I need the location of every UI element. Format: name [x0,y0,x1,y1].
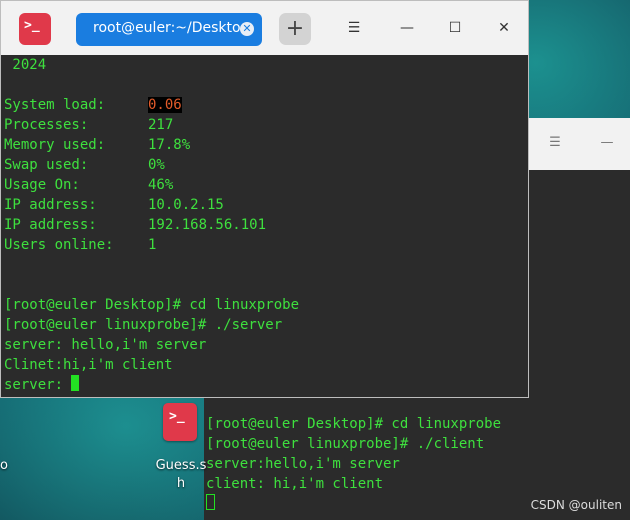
terminal-cursor [206,494,215,510]
stat-line: Usage On: 46% [4,175,528,195]
tab-title: root@euler:~/Deskto… [93,20,255,36]
session-line: [root@euler Desktop]# cd linuxprobe [4,297,300,313]
stat-label: IP address: [4,197,97,213]
terminal-app-icon[interactable]: >_ [19,13,51,45]
stat-line: Processes: 217 [4,115,528,135]
menu-icon[interactable]: ☰ [548,136,562,150]
stat-line: Swap used: 0% [4,155,528,175]
stat-label: System load: [4,97,106,113]
client-line: [root@euler Desktop]# cd linuxprobe [206,416,502,432]
stat-label: Usage On: [4,177,80,193]
menu-button[interactable]: ☰ [345,19,363,37]
close-window-button[interactable]: ✕ [495,19,513,37]
maximize-icon: ☐ [448,20,462,36]
stat-value: 192.168.56.101 [148,217,267,233]
desktop-file-icon[interactable]: >_ [163,403,197,441]
menu-icon: ☰ [347,20,361,36]
terminal-tab[interactable]: root@euler:~/Deskto… ✕ [76,13,262,46]
session-line: server: hello,i'm server [4,337,207,353]
session-line: Clinet:hi,i'm client [4,357,173,373]
server-terminal-window[interactable]: >_ root@euler:~/Deskto… ✕ + ☰ — ☐ ✕ 2024… [0,0,529,398]
session-line: [root@euler linuxprobe]# ./server [4,317,283,333]
close-icon: ✕ [498,20,510,36]
client-line: client: hi,i'm client [206,476,384,492]
plus-icon: + [285,16,305,41]
new-tab-button[interactable]: + [279,13,311,45]
client-prompt-line [206,494,501,514]
minimize-icon[interactable]: — [600,136,614,150]
stat-label: Swap used: [4,157,89,173]
terminal-titlebar[interactable]: >_ root@euler:~/Deskto… ✕ + ☰ — ☐ ✕ [1,1,528,55]
client-line: [root@euler linuxprobe]# ./client [206,436,485,452]
terminal-icon: >_ [24,18,40,33]
minimize-button[interactable]: — [398,19,416,37]
stat-value: 0% [148,157,165,173]
stat-label: Users online: [4,237,114,253]
stat-line: Memory used: 17.8% [4,135,528,155]
stat-label: IP address: [4,217,97,233]
system-stats: System load: 0.06 Processes: 217 Memory used… [4,95,528,255]
stat-value: 17.8% [148,137,191,153]
stat-value: 217 [148,117,174,133]
stat-label: Memory used: [4,137,106,153]
minimize-icon: — [400,20,414,36]
stat-line: System load: 0.06 [4,95,528,115]
server-prompt-line: server: [4,375,528,395]
terminal-cursor [71,375,80,391]
stat-value: 1 [148,237,157,253]
maximize-button[interactable]: ☐ [446,19,464,37]
stat-value: 0.06 [148,97,182,113]
watermark: CSDN @ouliten [530,498,622,512]
year-line: 2024 [4,57,47,73]
stat-label: Processes: [4,117,89,133]
stat-line: IP address: 192.168.56.101 [4,215,528,235]
stat-line: Users online: 1 [4,235,528,255]
close-icon[interactable]: ✕ [240,22,254,36]
terminal-screen[interactable]: 2024 System load: 0.06 Processes: 217 Memory… [4,55,528,397]
stat-value: 10.0.2.15 [148,197,224,213]
client-terminal-output: [root@euler Desktop]# cd linuxprobe [roo… [206,414,501,514]
desktop-left-label: o [0,458,8,473]
client-line: server:hello,i'm server [206,456,400,472]
prompt-text: server: [4,377,72,393]
terminal-icon: >_ [169,409,185,424]
stat-line: IP address: 10.0.2.15 [4,195,528,215]
stat-value: 46% [148,177,174,193]
desktop-file-label[interactable]: Guess.s h [154,457,208,493]
